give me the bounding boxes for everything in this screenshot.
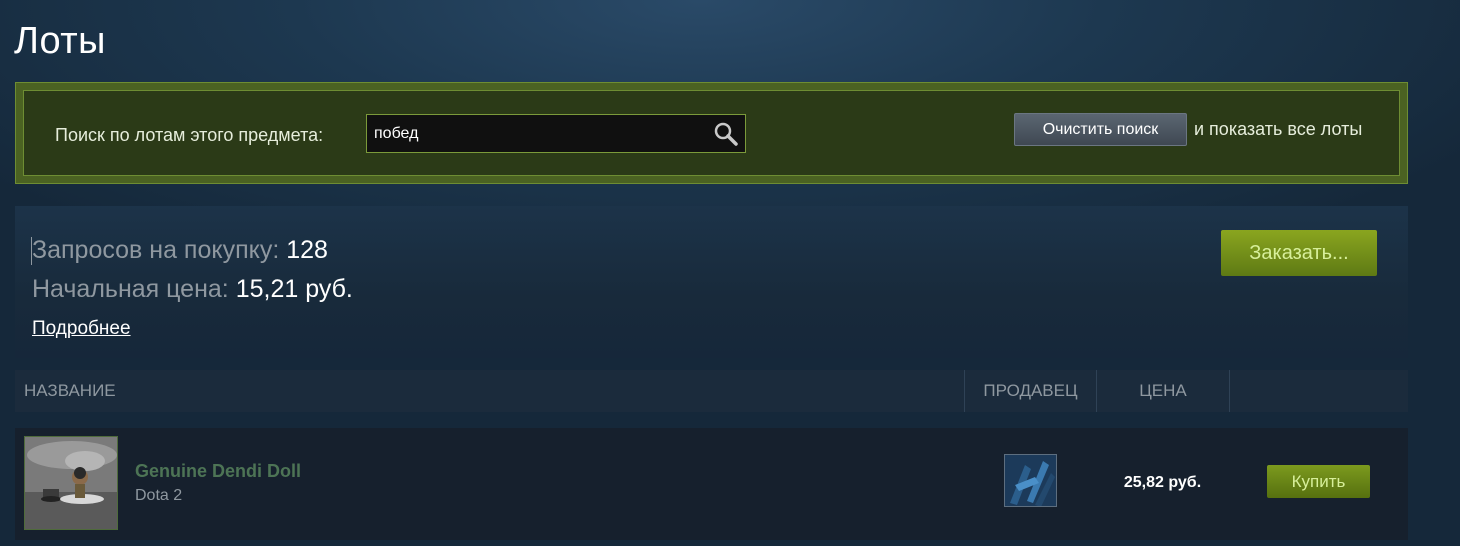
- listing-row: Genuine Dendi Doll Dota 2 25,82 руб. Куп…: [15, 428, 1408, 540]
- start-price-label: Начальная цена:: [32, 275, 229, 303]
- avatar-icon: [1005, 455, 1056, 506]
- doll-image-icon: [25, 437, 117, 529]
- show-all-text: и показать все лоты: [1194, 119, 1363, 139]
- buy-orders-panel: Запросов на покупку: 128 Начальная цена:…: [15, 206, 1408, 358]
- column-header-name: НАЗВАНИЕ: [24, 381, 116, 400]
- search-icon[interactable]: [713, 121, 739, 147]
- buy-requests-value: 128: [286, 236, 328, 264]
- clear-search-button[interactable]: Очистить поиск: [1014, 113, 1187, 146]
- column-header-seller: ПРОДАВЕЦ: [964, 370, 1096, 412]
- item-price: 25,82 руб.: [1123, 474, 1202, 491]
- listings-table-header: НАЗВАНИЕ ПРОДАВЕЦ ЦЕНА: [15, 370, 1408, 412]
- search-panel: Поиск по лотам этого предмета: Очистить …: [15, 82, 1408, 184]
- details-link[interactable]: Подробнее: [32, 318, 131, 340]
- start-price-value: 15,21 руб.: [235, 275, 353, 303]
- search-input[interactable]: [367, 115, 707, 152]
- buy-requests-line: Запросов на покупку: 128: [32, 236, 328, 265]
- buy-button[interactable]: Купить: [1267, 465, 1370, 498]
- buy-requests-label: Запросов на покупку:: [32, 236, 280, 264]
- search-box[interactable]: [366, 114, 746, 153]
- search-inner: Поиск по лотам этого предмета: Очистить …: [23, 90, 1400, 176]
- page-title: Лоты: [14, 20, 106, 62]
- place-order-button[interactable]: Заказать...: [1221, 230, 1377, 276]
- seller-avatar[interactable]: [1004, 454, 1057, 507]
- item-game: Dota 2: [135, 487, 183, 504]
- item-name-link[interactable]: Genuine Dendi Doll: [135, 461, 301, 482]
- item-image[interactable]: [24, 436, 118, 530]
- start-price-line: Начальная цена: 15,21 руб.: [32, 275, 353, 304]
- column-header-action: [1229, 370, 1408, 412]
- column-header-price: ЦЕНА: [1096, 370, 1229, 412]
- search-label: Поиск по лотам этого предмета:: [55, 125, 324, 145]
